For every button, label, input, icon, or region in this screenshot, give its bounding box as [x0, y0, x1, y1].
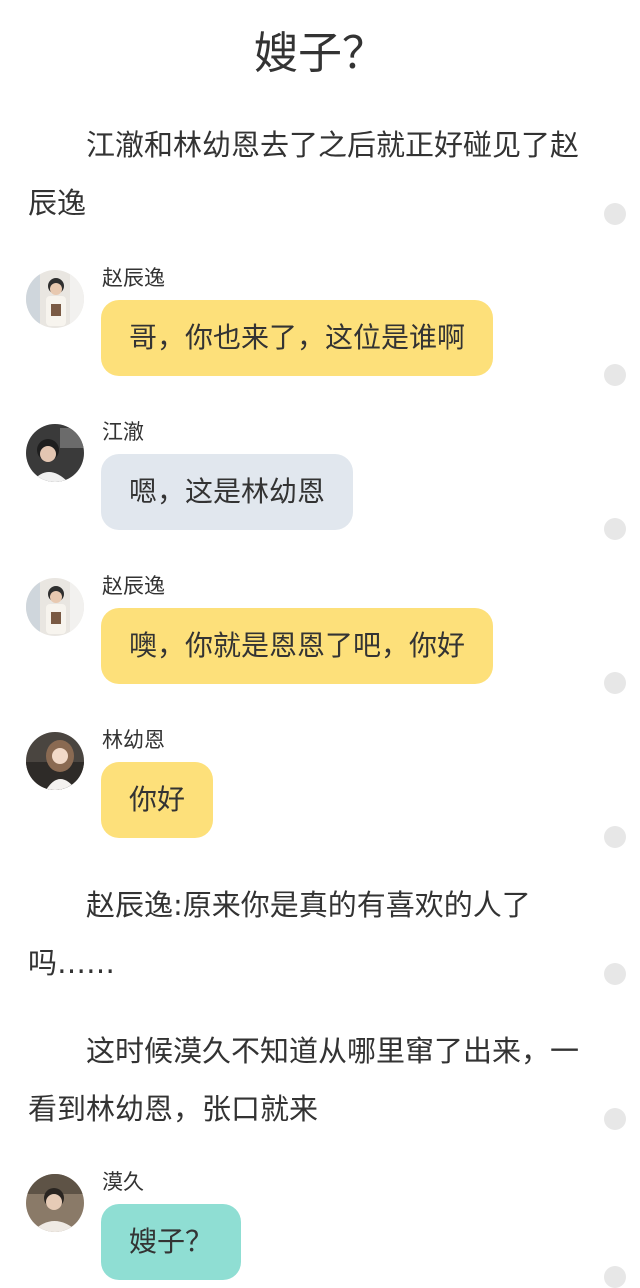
side-dot[interactable] [604, 963, 626, 985]
narration-paragraph-1: 江澈和林幼恩去了之后就正好碰见了赵辰逸 [28, 128, 580, 220]
side-dot[interactable] [604, 826, 626, 848]
side-dot[interactable] [604, 203, 626, 225]
message-bubble[interactable]: 嗯，这是林幼恩 [101, 454, 354, 530]
avatar[interactable] [26, 1174, 84, 1232]
side-dot[interactable] [604, 518, 626, 540]
avatar-image [26, 578, 84, 636]
side-dot[interactable] [604, 1108, 626, 1130]
avatar-image [26, 424, 84, 482]
message-bubble[interactable]: 噢，你就是恩恩了吧，你好 [101, 608, 494, 684]
sender-name: 赵辰逸 [102, 574, 165, 598]
side-dot[interactable] [604, 364, 626, 386]
avatar[interactable] [26, 424, 84, 482]
sender-name: 漠久 [102, 1170, 144, 1194]
avatar-image [26, 270, 84, 328]
sender-name: 江澈 [102, 420, 144, 444]
message-bubble[interactable]: 你好 [101, 762, 214, 838]
message-bubble[interactable]: 哥，你也来了，这位是谁啊 [101, 300, 494, 376]
avatar-image [26, 732, 84, 790]
side-dot[interactable] [604, 1266, 626, 1288]
narration-paragraph-2: 赵辰逸:原来你是真的有喜欢的人了吗…… [28, 888, 531, 980]
avatar[interactable] [26, 270, 84, 328]
narration-paragraph-3: 这时候漠久不知道从哪里窜了出来，一看到林幼恩，张口就来 [28, 1034, 580, 1126]
chapter-title: 嫂子？ [254, 28, 386, 79]
sender-name: 林幼恩 [102, 728, 165, 752]
avatar[interactable] [26, 732, 84, 790]
avatar[interactable] [26, 578, 84, 636]
avatar-image [26, 1174, 84, 1232]
side-dot[interactable] [604, 672, 626, 694]
sender-name: 赵辰逸 [102, 266, 165, 290]
message-bubble[interactable]: 嫂子？ [101, 1204, 242, 1280]
